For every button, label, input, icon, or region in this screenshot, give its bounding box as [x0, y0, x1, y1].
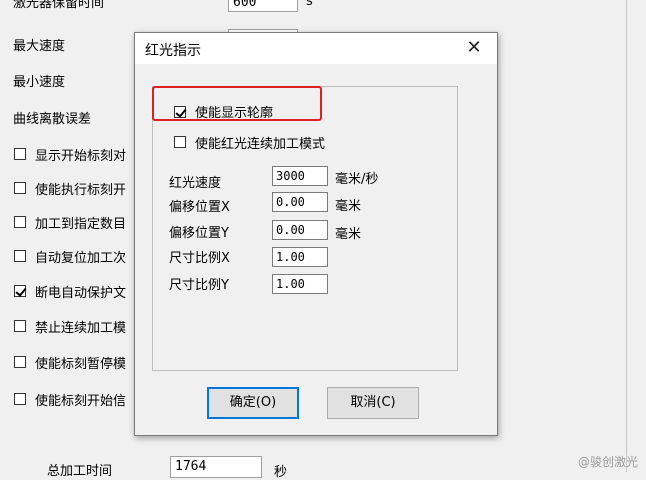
dialog-title: 红光指示: [145, 43, 201, 59]
bg-label-curve-error: 曲线离散误差: [13, 112, 92, 127]
bg-checkbox-6[interactable]: [14, 356, 26, 368]
offset-y-input[interactable]: 0.00: [272, 220, 328, 240]
offset-y-unit: 毫米: [335, 227, 362, 242]
ok-button[interactable]: 确定(O): [207, 387, 299, 419]
bg-checkbox-5[interactable]: [14, 320, 26, 332]
bg-scroll-edge: [626, 0, 627, 472]
scale-y-label: 尺寸比例Y: [169, 278, 229, 293]
bg-total-time-label: 总加工时间: [47, 464, 113, 479]
bg-checkbox-label-1: 使能执行标刻开: [35, 183, 127, 198]
bg-checkbox-4[interactable]: [14, 285, 26, 297]
bg-checkbox-label-4: 断电自动保护文: [35, 286, 127, 301]
offset-x-input[interactable]: 0.00: [272, 192, 328, 212]
bg-checkbox-3[interactable]: [14, 250, 26, 262]
speed-unit: 毫米/秒: [335, 172, 379, 187]
bg-label-max-speed: 最大速度: [13, 39, 66, 54]
bg-total-time-unit: 秒: [274, 465, 288, 480]
bg-checkbox-label-7: 使能标刻开始信: [35, 394, 127, 409]
annotation-highlight-box: [152, 86, 322, 121]
scale-x-input[interactable]: 1.00: [272, 247, 328, 267]
speed-input[interactable]: 3000: [272, 166, 328, 186]
continuous-mode-checkbox[interactable]: [174, 136, 186, 148]
bg-checkbox-label-3: 自动复位加工次: [35, 251, 127, 266]
dialog-titlebar[interactable]: 红光指示 ✕: [135, 33, 497, 64]
speed-label: 红光速度: [169, 176, 222, 191]
watermark-text: @骏创激光: [577, 455, 638, 469]
bg-checkbox-1[interactable]: [14, 182, 26, 194]
bg-top-input[interactable]: 600: [228, 0, 298, 12]
bg-top-label: 激光器保留时间: [13, 0, 105, 11]
cancel-button[interactable]: 取消(C): [327, 387, 419, 419]
bg-checkbox-2[interactable]: [14, 216, 26, 228]
bg-label-min-speed: 最小速度: [13, 75, 66, 90]
close-icon[interactable]: ✕: [463, 37, 485, 59]
scale-y-input[interactable]: 1.00: [272, 274, 328, 294]
bg-checkbox-7[interactable]: [14, 393, 26, 405]
bg-top-unit: s: [306, 0, 313, 9]
bg-checkbox-label-2: 加工到指定数目: [35, 217, 127, 232]
bg-total-time-input[interactable]: 1764: [170, 456, 262, 478]
continuous-mode-label[interactable]: 使能红光连续加工模式: [195, 133, 325, 152]
offset-y-label: 偏移位置Y: [169, 226, 229, 241]
bg-checkbox-label-6: 使能标刻暂停模: [35, 357, 127, 372]
offset-x-label: 偏移位置X: [169, 200, 230, 215]
bg-checkbox-label-5: 禁止连续加工模: [35, 321, 127, 336]
bg-checkbox-0[interactable]: [14, 148, 26, 160]
scale-x-label: 尺寸比例X: [169, 251, 230, 266]
offset-x-unit: 毫米: [335, 199, 362, 214]
bg-checkbox-label-0: 显示开始标刻对: [35, 149, 127, 164]
